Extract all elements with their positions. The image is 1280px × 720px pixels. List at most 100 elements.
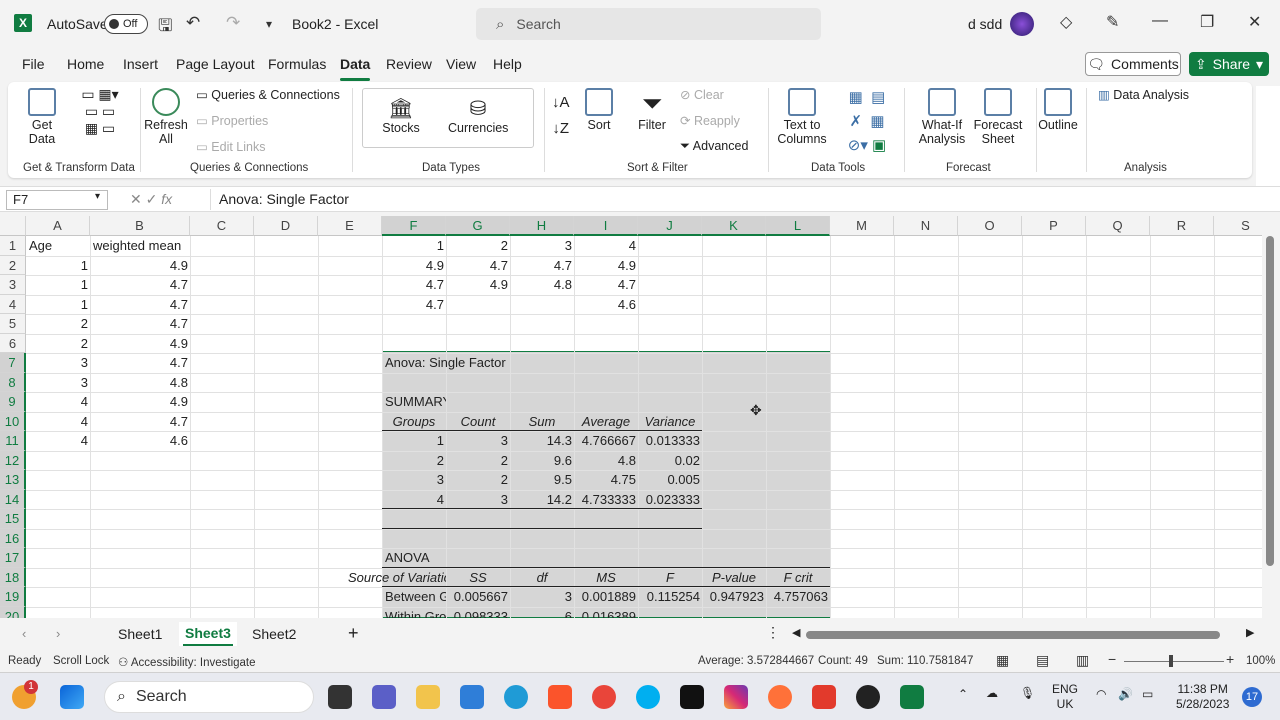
data-analysis-button[interactable]: ▥ Data Analysis xyxy=(1098,87,1189,102)
cell-f9[interactable]: SUMMARY xyxy=(385,392,446,411)
name-box[interactable]: F7 xyxy=(6,190,108,210)
column-header-l[interactable]: L xyxy=(766,216,830,236)
cell-g19[interactable]: 0.005667 xyxy=(446,587,510,606)
cell-h14[interactable]: 14.2 xyxy=(510,490,574,509)
cell-j13[interactable]: 0.005 xyxy=(638,470,702,489)
cell-j14[interactable]: 0.023333 xyxy=(638,490,702,509)
outline-button[interactable]: Outline xyxy=(1038,88,1078,132)
sort-button[interactable]: Sort xyxy=(582,88,616,132)
cell-f4[interactable]: 4.7 xyxy=(382,295,446,314)
cell-b1[interactable]: weighted mean xyxy=(93,236,293,255)
column-header-i[interactable]: I xyxy=(574,216,638,236)
cell-i1[interactable]: 4 xyxy=(574,236,638,255)
cell-b10[interactable]: 4.7 xyxy=(90,412,190,431)
refresh-all-button[interactable]: Refresh All xyxy=(144,88,188,146)
cell-a2[interactable]: 1 xyxy=(26,256,90,275)
advanced-button[interactable]: ⏷ Advanced xyxy=(680,139,748,154)
row-header-15[interactable]: 15 xyxy=(0,509,26,529)
excel-taskbar-icon[interactable] xyxy=(900,685,924,709)
cell-a3[interactable]: 1 xyxy=(26,275,90,294)
what-if-analysis-button[interactable]: What-If Analysis xyxy=(912,88,972,146)
zoom-slider-handle[interactable] xyxy=(1169,655,1173,667)
tab-data[interactable]: Data xyxy=(340,56,371,81)
cell-f20[interactable]: Within Groups xyxy=(385,607,446,619)
sheet-tab-sheet3[interactable]: Sheet3 xyxy=(179,622,237,646)
tab-page-layout[interactable]: Page Layout xyxy=(176,56,255,72)
cell-f1[interactable]: 1 xyxy=(382,236,446,255)
zoom-level[interactable]: 100% xyxy=(1246,655,1275,667)
cell-a6[interactable]: 2 xyxy=(26,334,90,353)
cell-h10[interactable]: Sum xyxy=(510,412,574,431)
cell-i13[interactable]: 4.75 xyxy=(574,470,638,489)
vertical-scroll-thumb[interactable] xyxy=(1266,236,1274,566)
get-data-small-icons[interactable]: ▭ ▦▾ ▭ ▭ ▦ ▭ xyxy=(70,86,130,137)
reapply-button[interactable]: ⟳ Reapply xyxy=(680,113,740,128)
row-header-11[interactable]: 11 xyxy=(0,431,26,451)
zoom-slider[interactable] xyxy=(1124,661,1224,662)
cell-g14[interactable]: 3 xyxy=(446,490,510,509)
tray-overflow-icon[interactable]: ⌃ xyxy=(958,687,968,702)
column-header-q[interactable]: Q xyxy=(1086,216,1150,236)
row-header-9[interactable]: 9 xyxy=(0,392,26,412)
instagram-icon[interactable] xyxy=(724,685,748,709)
cell-g11[interactable]: 3 xyxy=(446,431,510,450)
row-header-5[interactable]: 5 xyxy=(0,314,26,334)
user-name[interactable]: d sdd xyxy=(968,16,1002,32)
column-header-s[interactable]: S xyxy=(1214,216,1262,236)
prev-sheet-icon[interactable]: ‹ xyxy=(22,626,26,641)
cell-b3[interactable]: 4.7 xyxy=(90,275,190,294)
row-header-20[interactable]: 20 xyxy=(0,606,26,618)
cell-b5[interactable]: 4.7 xyxy=(90,314,190,333)
chevron-down-icon[interactable]: ▾ xyxy=(95,191,100,202)
cell-k18[interactable]: P-value xyxy=(702,568,766,587)
next-sheet-icon[interactable]: › xyxy=(56,626,60,641)
cell-b4[interactable]: 4.7 xyxy=(90,295,190,314)
row-header-6[interactable]: 6 xyxy=(0,333,26,353)
cell-l19[interactable]: 4.757063 xyxy=(766,587,830,606)
filter-button[interactable]: ⏷ Filter xyxy=(634,88,670,132)
minimize-icon[interactable]: — xyxy=(1152,12,1168,30)
language-indicator[interactable]: ENG UK xyxy=(1052,682,1078,712)
diamond-icon[interactable]: ◇ xyxy=(1060,12,1072,32)
cell-h20[interactable]: 6 xyxy=(510,607,574,619)
firefox-icon[interactable] xyxy=(768,685,792,709)
sheet-tab-sheet2[interactable]: Sheet2 xyxy=(252,626,296,642)
cell-i14[interactable]: 4.733333 xyxy=(574,490,638,509)
cell-b9[interactable]: 4.9 xyxy=(90,392,190,411)
cell-i2[interactable]: 4.9 xyxy=(574,256,638,275)
row-header-3[interactable]: 3 xyxy=(0,275,26,295)
cell-i12[interactable]: 4.8 xyxy=(574,451,638,470)
file-explorer-icon[interactable] xyxy=(416,685,440,709)
restore-icon[interactable]: ❐ xyxy=(1200,12,1214,32)
microphone-icon[interactable]: 🎙 xyxy=(1020,686,1035,701)
cell-h19[interactable]: 3 xyxy=(510,587,574,606)
column-header-k[interactable]: K xyxy=(702,216,766,236)
obs-icon[interactable] xyxy=(856,685,880,709)
cell-h13[interactable]: 9.5 xyxy=(510,470,574,489)
cell-a11[interactable]: 4 xyxy=(26,431,90,450)
clock[interactable]: 11:38 PM 5/28/2023 xyxy=(1176,682,1229,712)
cell-g18[interactable]: SS xyxy=(446,568,510,587)
cell-h2[interactable]: 4.7 xyxy=(510,256,574,275)
cell-f17[interactable]: ANOVA xyxy=(385,548,446,567)
wifi-icon[interactable]: ◠ xyxy=(1096,687,1106,702)
cell-g3[interactable]: 4.9 xyxy=(446,275,510,294)
edit-links-button[interactable]: ▭ Edit Links xyxy=(196,139,266,154)
cell-b8[interactable]: 4.8 xyxy=(90,373,190,392)
cell-f12[interactable]: 2 xyxy=(382,451,446,470)
cell-b2[interactable]: 4.9 xyxy=(90,256,190,275)
cell-g2[interactable]: 4.7 xyxy=(446,256,510,275)
teams-icon[interactable] xyxy=(372,685,396,709)
acrobat-icon[interactable] xyxy=(812,685,836,709)
cell-j10[interactable]: Variance xyxy=(638,412,702,431)
forecast-sheet-button[interactable]: Forecast Sheet xyxy=(968,88,1028,146)
properties-button[interactable]: ▭ Properties xyxy=(196,113,268,128)
cell-f11[interactable]: 1 xyxy=(382,431,446,450)
tiktok-icon[interactable] xyxy=(680,685,704,709)
scroll-left-icon[interactable]: ◀ xyxy=(792,626,800,639)
windows-start-icon[interactable] xyxy=(60,685,84,709)
stocks-button[interactable]: 🏛 Stocks xyxy=(378,96,424,135)
row-header-14[interactable]: 14 xyxy=(0,489,26,509)
taskbar-search[interactable]: ⌕ Search xyxy=(104,681,314,713)
data-tools-small-icons[interactable]: ▦ ▤ ✗ ▦ ⊘▾ ▣ xyxy=(834,86,900,158)
